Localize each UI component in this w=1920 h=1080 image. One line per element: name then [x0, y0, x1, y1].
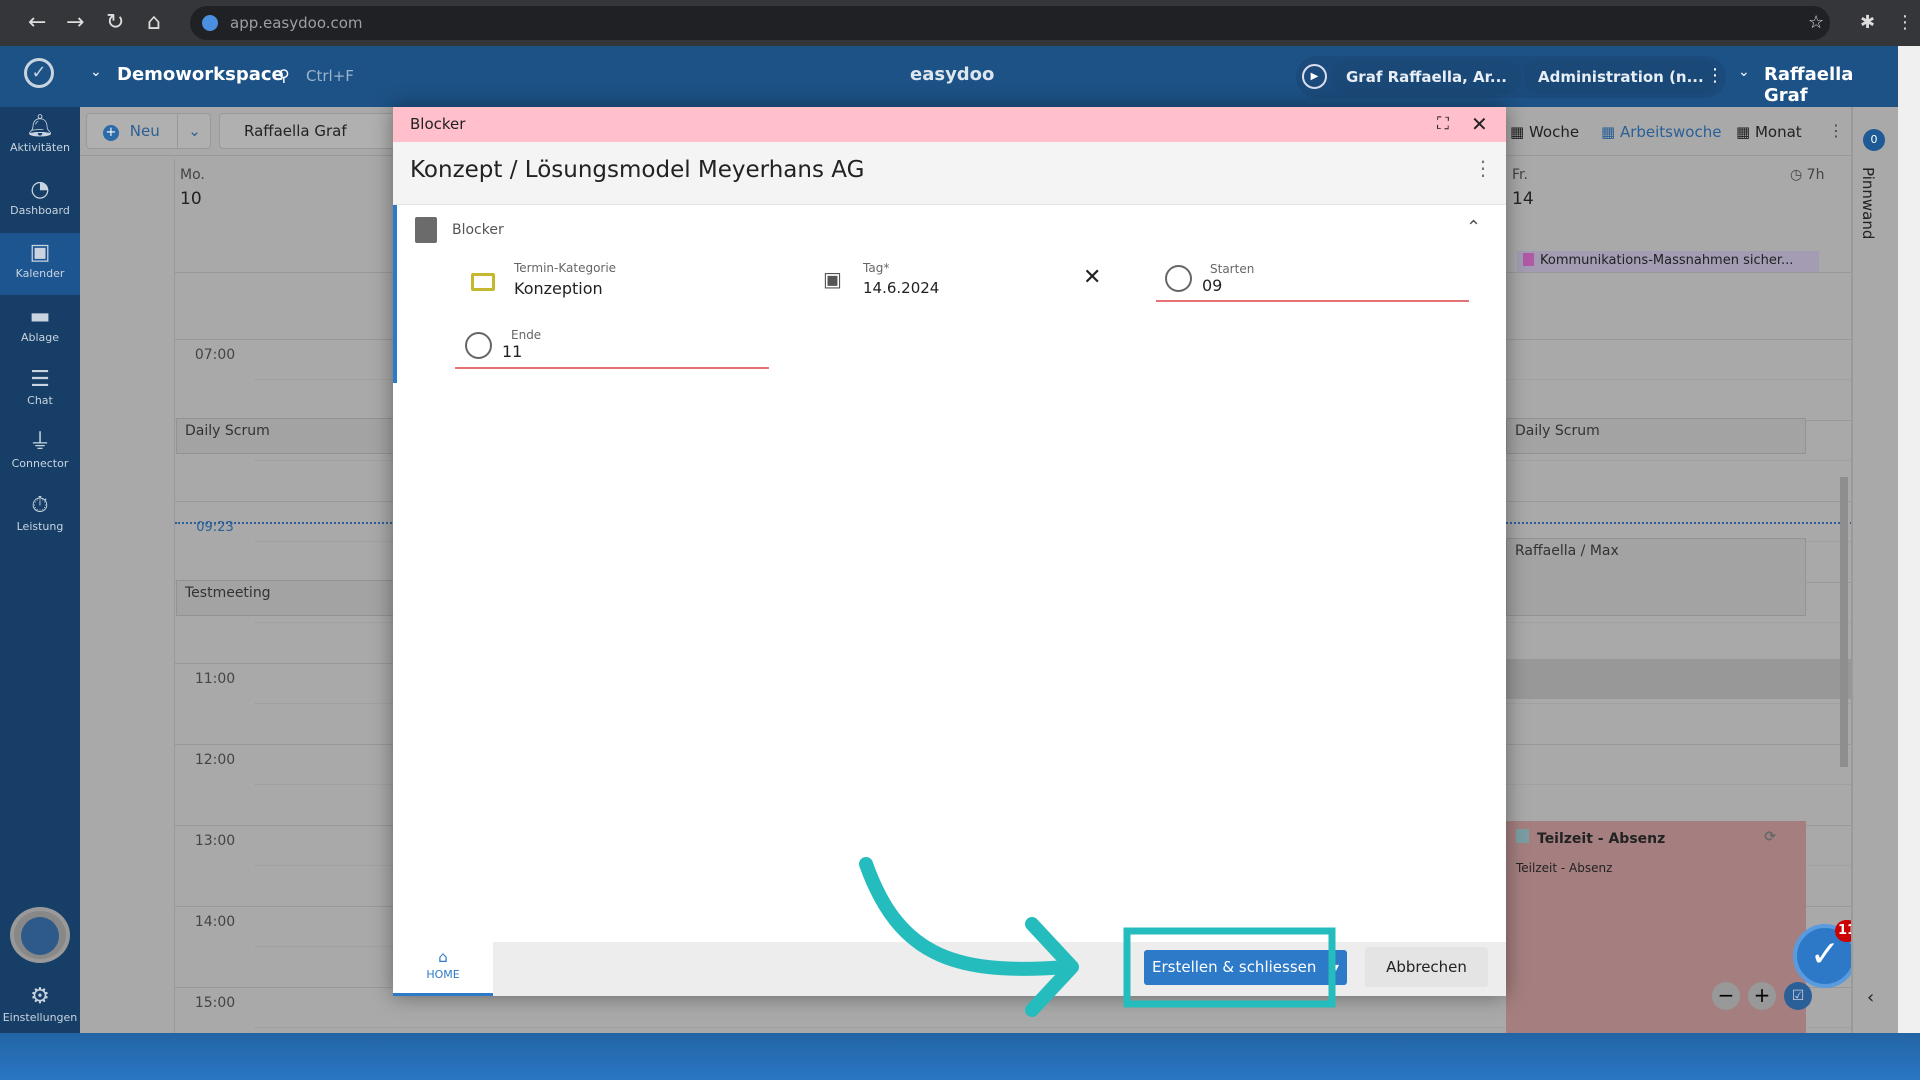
annotation-arrow [859, 857, 1075, 976]
highlight-box [1123, 927, 1336, 1008]
annotation-overlay [859, 857, 1336, 1017]
